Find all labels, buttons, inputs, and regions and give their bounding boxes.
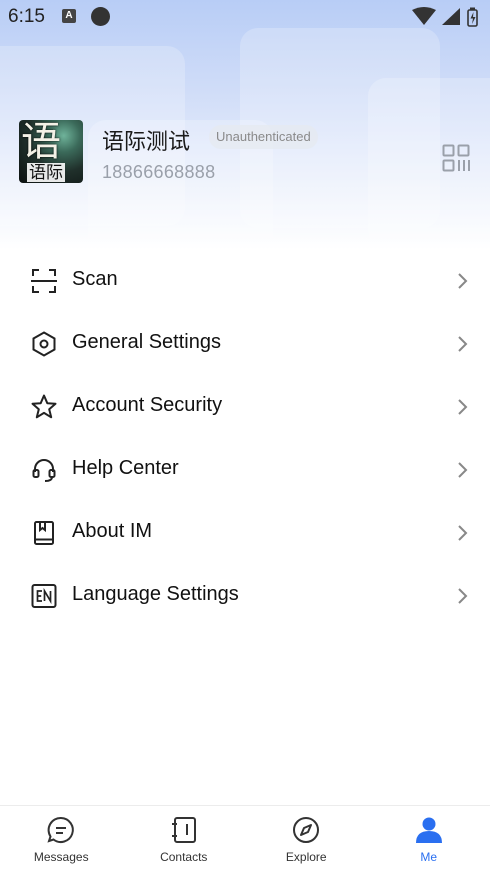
auth-status-badge: Unauthenticated — [209, 125, 318, 149]
tab-contacts[interactable]: Contacts — [123, 806, 246, 871]
headset-icon — [30, 456, 58, 484]
profile-card[interactable]: 语 语际 语际测试 Unauthenticated 18866668888 — [19, 118, 479, 188]
qr-code-icon[interactable] — [442, 144, 470, 172]
hexagon-settings-icon — [30, 330, 58, 358]
menu-item-about-im[interactable]: About IM — [0, 500, 490, 563]
avatar[interactable]: 语 语际 — [19, 120, 83, 183]
status-bar: 6:15 A — [0, 0, 490, 34]
menu-label: Scan — [72, 268, 118, 291]
chevron-right-icon — [457, 461, 469, 479]
tab-label: Explore — [245, 850, 368, 864]
menu-item-help-center[interactable]: Help Center — [0, 437, 490, 500]
notification-dot-icon — [91, 7, 110, 26]
menu-item-general-settings[interactable]: General Settings — [0, 311, 490, 374]
tab-label: Contacts — [123, 850, 246, 864]
compass-icon — [290, 814, 322, 846]
chevron-right-icon — [457, 524, 469, 542]
tab-label: Me — [368, 850, 490, 864]
battery-icon — [468, 8, 477, 27]
tab-messages[interactable]: Messages — [0, 806, 123, 871]
avatar-glyph: 语 — [21, 120, 61, 164]
menu-label: About IM — [72, 520, 152, 543]
person-icon — [413, 814, 445, 846]
menu-item-scan[interactable]: Scan — [0, 248, 490, 311]
user-name: 语际测试 — [102, 124, 190, 156]
scan-icon — [30, 267, 58, 295]
chat-bubble-icon — [45, 814, 77, 846]
tab-label: Messages — [0, 850, 123, 864]
chevron-right-icon — [457, 587, 469, 605]
tab-me[interactable]: Me — [368, 806, 490, 871]
bottom-tab-bar: Messages Contacts Explore Me — [0, 805, 490, 871]
menu-label: Language Settings — [72, 583, 239, 606]
status-time: 6:15 — [8, 6, 45, 28]
settings-menu: Scan General Settings Account Security — [0, 248, 490, 626]
menu-label: Account Security — [72, 394, 222, 417]
menu-item-account-security[interactable]: Account Security — [0, 374, 490, 437]
chevron-right-icon — [457, 272, 469, 290]
menu-item-language-settings[interactable]: Language Settings — [0, 563, 490, 626]
tab-explore[interactable]: Explore — [245, 806, 368, 871]
user-phone: 18866668888 — [102, 162, 215, 183]
avatar-caption: 语际 — [27, 163, 65, 182]
status-indicators — [410, 6, 482, 28]
star-icon — [30, 393, 58, 421]
chevron-right-icon — [457, 398, 469, 416]
wifi-icon — [412, 7, 436, 25]
menu-label: Help Center — [72, 457, 179, 480]
chevron-right-icon — [457, 335, 469, 353]
notification-app-icon: A — [62, 9, 76, 23]
signal-icon — [442, 8, 460, 25]
menu-label: General Settings — [72, 331, 221, 354]
language-en-icon — [30, 582, 58, 610]
contacts-book-icon — [168, 814, 200, 846]
book-icon — [30, 519, 58, 547]
